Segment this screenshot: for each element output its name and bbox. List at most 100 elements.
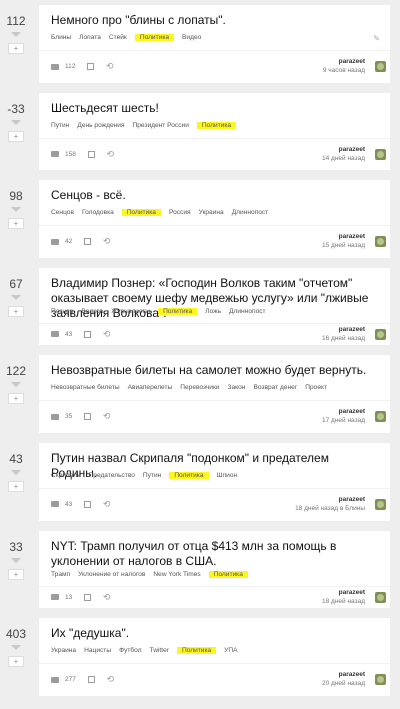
avatar[interactable] — [375, 498, 386, 510]
save-icon[interactable] — [84, 500, 92, 508]
tag-link[interactable]: УПА — [224, 647, 237, 654]
tag-link[interactable]: Политика — [158, 307, 198, 315]
tag-link[interactable]: Перевозчики — [180, 384, 219, 391]
share-icon[interactable]: ⟲ — [103, 411, 111, 422]
share-icon[interactable]: ⟲ — [103, 329, 111, 340]
share-icon[interactable]: ⟲ — [106, 674, 114, 685]
comment-icon[interactable] — [51, 238, 59, 245]
comment-icon[interactable] — [51, 151, 59, 158]
tag-link[interactable]: Длиннопост — [229, 308, 266, 315]
vote-up-button[interactable]: + — [8, 568, 24, 580]
post-title[interactable]: Шестьдесят шесть! — [51, 101, 378, 116]
tag-link[interactable]: Возврат денег — [253, 384, 297, 391]
author-name[interactable]: parazeet — [295, 495, 365, 504]
tag-link[interactable]: Футбол — [119, 647, 141, 654]
save-icon[interactable] — [87, 150, 95, 158]
vote-down-arrow-icon[interactable] — [11, 207, 21, 213]
tag-link[interactable]: Предательство — [89, 472, 135, 479]
tag-link[interactable]: Невозвратные билеты — [51, 384, 120, 391]
tag-link[interactable]: Закон — [228, 384, 246, 391]
author-name[interactable]: parazeet — [322, 670, 365, 679]
comment-icon[interactable] — [51, 676, 59, 683]
post-title[interactable]: Немного про "блины с лопаты". — [51, 13, 378, 28]
tag-link[interactable]: Журналисты — [111, 308, 150, 315]
tag-link[interactable]: Президент России — [133, 122, 189, 129]
vote-up-button[interactable]: + — [8, 393, 24, 405]
avatar[interactable] — [375, 148, 386, 160]
author-name[interactable]: parazeet — [322, 325, 365, 334]
tag-link[interactable]: Длиннопост — [232, 209, 269, 216]
save-icon[interactable] — [87, 63, 95, 70]
tag-link[interactable]: Политика — [169, 471, 209, 479]
tag-link[interactable]: Шпион — [217, 472, 238, 479]
tag-link[interactable]: Стейк — [109, 34, 127, 41]
tag-link[interactable]: Трамп — [51, 571, 70, 578]
post-title[interactable]: Невозвратные билеты на самолет можно буд… — [51, 363, 378, 378]
comment-count[interactable]: 13 — [65, 594, 72, 601]
vote-down-arrow-icon[interactable] — [11, 32, 21, 37]
author-name[interactable]: parazeet — [322, 232, 365, 241]
save-icon[interactable] — [84, 238, 92, 246]
vote-down-arrow-icon[interactable] — [11, 119, 21, 125]
tag-link[interactable]: Проект — [305, 384, 327, 391]
comment-count[interactable]: 277 — [65, 676, 76, 683]
tag-link[interactable]: Украина — [199, 209, 224, 216]
avatar[interactable] — [375, 591, 386, 603]
save-icon[interactable] — [84, 413, 92, 421]
share-icon[interactable]: ⟲ — [103, 236, 111, 247]
share-icon[interactable]: ⟲ — [103, 499, 111, 510]
comment-count[interactable]: 43 — [65, 501, 72, 508]
vote-up-button[interactable]: + — [8, 218, 24, 230]
tag-link[interactable]: Сенцов — [51, 209, 74, 216]
tag-link[interactable]: Россия — [169, 209, 191, 216]
tag-link[interactable]: Лопата — [79, 34, 101, 41]
comment-count[interactable]: 42 — [65, 238, 72, 245]
author-name[interactable]: parazeet — [322, 145, 365, 154]
tag-link[interactable]: Политика — [196, 121, 237, 129]
tag-link[interactable]: Политика — [176, 647, 217, 655]
author-name[interactable]: parazeet — [322, 407, 365, 416]
tag-link[interactable]: Скрипаль — [51, 472, 81, 479]
avatar[interactable] — [375, 236, 386, 248]
save-icon[interactable] — [87, 676, 95, 684]
avatar[interactable] — [375, 411, 386, 423]
author-name[interactable]: parazeet — [322, 588, 365, 597]
vote-up-button[interactable]: + — [8, 305, 24, 317]
post-title[interactable]: NYT: Трамп получил от отца $413 млн за п… — [51, 539, 378, 569]
tag-link[interactable]: Путин — [51, 122, 69, 129]
tag-link[interactable]: Голодовка — [82, 209, 114, 216]
tag-link[interactable]: Политика — [134, 34, 175, 41]
avatar[interactable] — [375, 61, 386, 72]
vote-down-arrow-icon[interactable] — [11, 645, 21, 651]
vote-down-arrow-icon[interactable] — [11, 557, 21, 563]
share-icon[interactable]: ⟲ — [106, 61, 114, 72]
tag-link[interactable]: Путин — [143, 472, 161, 479]
tag-link[interactable]: New York Times — [153, 571, 200, 578]
vote-up-button[interactable]: + — [8, 130, 24, 142]
vote-down-arrow-icon[interactable] — [11, 294, 21, 300]
save-icon[interactable] — [84, 593, 92, 601]
comment-count[interactable]: 35 — [65, 413, 72, 420]
vote-up-button[interactable]: + — [8, 480, 24, 492]
tag-link[interactable]: Видео — [182, 34, 201, 41]
tag-link[interactable]: День рождения — [77, 122, 124, 129]
avatar[interactable] — [375, 328, 386, 340]
tag-link[interactable]: Политика — [121, 209, 161, 217]
tag-link[interactable]: Волков — [81, 308, 103, 315]
avatar[interactable] — [375, 674, 386, 686]
tag-link[interactable]: Блины — [51, 34, 71, 41]
save-icon[interactable] — [84, 330, 92, 338]
tag-link[interactable]: Уклонение от налогов — [78, 571, 145, 578]
share-icon[interactable]: ⟲ — [106, 149, 114, 160]
tag-link[interactable]: Познер — [51, 308, 73, 315]
vote-up-button[interactable]: + — [8, 43, 24, 54]
post-title[interactable]: Их "дедушка". — [51, 626, 378, 641]
tag-link[interactable]: Украина — [51, 647, 76, 654]
edit-icon[interactable]: ✎ — [373, 34, 380, 43]
vote-down-arrow-icon[interactable] — [11, 469, 21, 475]
comment-icon[interactable] — [51, 413, 59, 420]
vote-down-arrow-icon[interactable] — [11, 382, 21, 388]
vote-up-button[interactable]: + — [8, 656, 24, 668]
comment-icon[interactable] — [51, 501, 59, 508]
comment-count[interactable]: 43 — [65, 331, 72, 338]
